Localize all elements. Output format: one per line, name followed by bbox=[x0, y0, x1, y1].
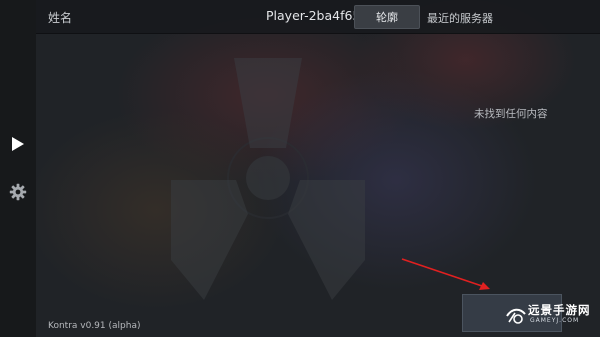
name-label: 姓名 bbox=[48, 11, 73, 25]
play-icon bbox=[12, 137, 24, 151]
recent-servers-tab[interactable]: 最近的服务器 bbox=[427, 10, 493, 26]
play-button[interactable] bbox=[6, 132, 30, 156]
radiation-symbol-art bbox=[36, 0, 600, 337]
watermark-text: 远景手游网 bbox=[528, 303, 591, 317]
settings-button[interactable] bbox=[6, 180, 30, 204]
sidebar bbox=[0, 0, 36, 337]
gear-icon bbox=[9, 183, 27, 201]
watermark: 远景手游网 GAMEYJ.COM bbox=[506, 300, 598, 330]
profile-button[interactable]: 轮廓 bbox=[354, 5, 420, 29]
version-label: Kontra v0.91 (alpha) bbox=[48, 321, 141, 331]
watermark-logo-icon bbox=[506, 308, 526, 324]
empty-results-message: 未找到任何内容 bbox=[474, 108, 548, 120]
watermark-subtext: GAMEYJ.COM bbox=[530, 317, 580, 324]
screen: 姓名 Player-2ba4f65e 轮廓 最近的服务器 未找到任何内容 Kon… bbox=[0, 0, 600, 337]
background-art bbox=[36, 0, 600, 337]
top-bar: 姓名 Player-2ba4f65e 轮廓 最近的服务器 bbox=[36, 0, 600, 34]
player-name-field[interactable]: Player-2ba4f65e bbox=[266, 8, 368, 23]
